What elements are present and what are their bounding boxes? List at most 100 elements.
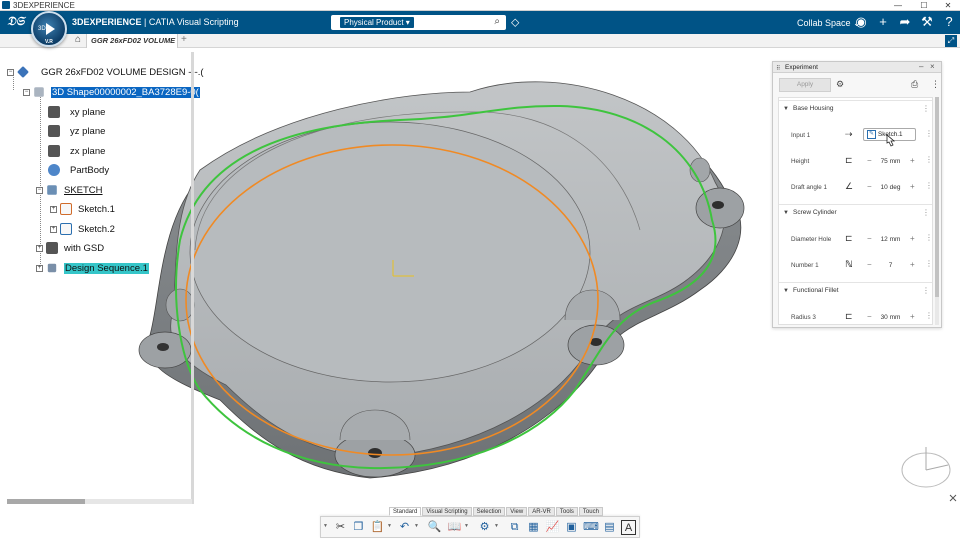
apply-button[interactable]: Apply xyxy=(779,78,831,92)
draft-angle-value[interactable]: 10 deg xyxy=(874,184,907,191)
gear-cycle-icon[interactable]: ⚙ xyxy=(477,520,492,535)
decrement-button[interactable]: − xyxy=(867,156,872,165)
group-menu-icon[interactable]: ⋮ xyxy=(922,101,930,117)
screen-icon[interactable]: ▣ xyxy=(564,520,579,535)
increment-button[interactable]: + xyxy=(910,312,915,321)
param-menu-icon[interactable]: ⋮ xyxy=(925,129,932,138)
tree-item-sketch2[interactable]: + Sketch.2 xyxy=(50,222,115,236)
param-menu-icon[interactable]: ⋮ xyxy=(925,311,932,320)
group-header-base-housing[interactable]: ▼ Base Housing ⋮ xyxy=(779,100,932,117)
close-window-button[interactable]: ✕ xyxy=(938,0,958,11)
tree-item-3dshape[interactable]: − 3D Shape00000002_BA3728E9-0( xyxy=(23,85,200,99)
paste-icon[interactable]: 📋 xyxy=(370,520,385,535)
tab-selection[interactable]: Selection xyxy=(472,507,506,516)
search-scope-dropdown[interactable]: Physical Product ▾ xyxy=(340,17,414,28)
tree-item-xy-plane[interactable]: xy plane xyxy=(48,105,105,119)
script-icon[interactable]: ⌨ xyxy=(583,520,599,535)
undo-icon[interactable]: ↶ xyxy=(397,520,412,535)
book-icon[interactable]: 📖 xyxy=(447,520,462,535)
copy-icon[interactable]: ❐ xyxy=(351,520,366,535)
view-orientation-widget[interactable] xyxy=(898,443,958,503)
decrement-button[interactable]: − xyxy=(867,260,872,269)
undo-menu-icon[interactable]: ▼ xyxy=(414,523,419,529)
panel-scrollbar[interactable] xyxy=(935,97,939,325)
terminal-icon[interactable]: ▤ xyxy=(602,520,617,535)
diameter-hole-value[interactable]: 12 mm xyxy=(874,236,907,243)
help-icon[interactable]: ? xyxy=(941,14,957,29)
table-icon[interactable]: ▦ xyxy=(526,520,541,535)
tree-item-design-sequence[interactable]: + Design Sequence.1 xyxy=(36,261,149,275)
decrement-button[interactable]: − xyxy=(867,182,872,191)
paste-menu-icon[interactable]: ▼ xyxy=(387,523,392,529)
capture-icon[interactable]: ⎙ xyxy=(911,79,918,90)
scrollbar-thumb[interactable] xyxy=(935,97,939,297)
maximize-button[interactable]: ☐ xyxy=(914,0,934,11)
add-tab-button[interactable]: + xyxy=(181,34,187,45)
increment-button[interactable]: + xyxy=(910,234,915,243)
tree-item-zx-plane[interactable]: zx plane xyxy=(48,144,105,158)
action-bar-menu-icon[interactable]: ▼ xyxy=(323,523,328,529)
more-options-icon[interactable]: ⋮ xyxy=(931,79,940,90)
collapse-toggle[interactable]: − xyxy=(36,186,43,194)
tree-item-with-gsd[interactable]: + with GSD xyxy=(36,241,104,255)
decrement-button[interactable]: − xyxy=(867,234,872,243)
share-icon[interactable]: ➦ xyxy=(897,14,913,30)
zoom-icon[interactable]: 🔍 xyxy=(427,520,442,535)
cut-icon[interactable]: ✂ xyxy=(333,520,348,535)
tree-item-sketch-set[interactable]: − SKETCH xyxy=(36,183,103,197)
tab-tools[interactable]: Tools xyxy=(555,507,578,516)
increment-button[interactable]: + xyxy=(910,260,915,269)
group-menu-icon[interactable]: ⋮ xyxy=(922,205,930,221)
param-menu-icon[interactable]: ⋮ xyxy=(925,181,932,190)
minimize-button[interactable]: — xyxy=(888,0,908,11)
tree-vertical-scrollbar[interactable] xyxy=(191,52,194,504)
fullscreen-icon[interactable]: ⤢ xyxy=(945,35,957,47)
tools-icon[interactable]: ⚒ xyxy=(919,14,935,30)
collab-space-selector[interactable]: Collab Space ⌄ xyxy=(797,18,861,29)
expand-toggle[interactable]: + xyxy=(50,225,57,233)
chart-icon[interactable]: 📈 xyxy=(545,520,560,535)
tab-view[interactable]: View xyxy=(506,507,528,516)
tab-active-document[interactable]: GGR 26xFD02 VOLUME DE xyxy=(86,34,178,48)
param-menu-icon[interactable]: ⋮ xyxy=(925,155,932,164)
tree-item-root[interactable]: − GGR 26xFD02 VOLUME DESIGN ---.( xyxy=(7,65,204,79)
home-icon[interactable]: ⌂ xyxy=(75,34,81,45)
tab-visual-scripting[interactable]: Visual Scripting xyxy=(422,507,472,516)
search-icon[interactable]: ⌕ xyxy=(494,16,500,27)
tree-horizontal-scrollbar[interactable] xyxy=(7,499,192,504)
param-menu-icon[interactable]: ⋮ xyxy=(925,259,932,268)
expand-toggle[interactable]: + xyxy=(36,264,43,272)
collapse-arrow-icon[interactable]: ▼ xyxy=(783,283,789,299)
tag-icon[interactable]: ⬦ xyxy=(511,15,519,30)
radius3-value[interactable]: 30 mm xyxy=(874,314,907,321)
height-value[interactable]: 75 mm xyxy=(874,158,907,165)
number1-value[interactable]: 7 xyxy=(874,262,907,269)
tab-touch[interactable]: Touch xyxy=(578,507,603,516)
collapse-arrow-icon[interactable]: ▼ xyxy=(783,205,789,221)
tree-item-yz-plane[interactable]: yz plane xyxy=(48,124,105,138)
settings-icon[interactable]: ⚙ xyxy=(836,79,844,90)
gear-menu-icon[interactable]: ▼ xyxy=(494,523,499,529)
tree-item-sketch1[interactable]: + Sketch.1 xyxy=(50,202,115,216)
tab-ar-vr[interactable]: AR-VR xyxy=(528,507,555,516)
expand-toggle[interactable]: + xyxy=(50,205,57,213)
collapse-toggle[interactable]: − xyxy=(23,88,30,96)
tree-item-partbody[interactable]: PartBody xyxy=(48,163,109,177)
add-icon[interactable]: + xyxy=(875,14,891,29)
close-panel-icon[interactable]: × xyxy=(930,62,935,72)
expand-toggle[interactable]: + xyxy=(36,244,43,252)
collapse-arrow-icon[interactable]: ▼ xyxy=(783,101,789,117)
increment-button[interactable]: + xyxy=(910,182,915,191)
3d-compass-button[interactable]: 3D V.R xyxy=(31,11,67,47)
panel-title-bar[interactable]: ⠿ Experiment – × xyxy=(773,62,941,73)
group-menu-icon[interactable]: ⋮ xyxy=(922,283,930,299)
decrement-button[interactable]: − xyxy=(867,312,872,321)
tab-standard[interactable]: Standard xyxy=(389,507,422,516)
search-box[interactable]: Physical Product ▾ ⌕ xyxy=(331,15,506,30)
minimize-panel-icon[interactable]: – xyxy=(919,62,923,72)
scrollbar-thumb[interactable] xyxy=(7,499,85,504)
user-icon[interactable]: ◉ xyxy=(853,14,869,30)
hierarchy-icon[interactable]: ⧉ xyxy=(507,520,522,535)
param-menu-icon[interactable]: ⋮ xyxy=(925,233,932,242)
increment-button[interactable]: + xyxy=(910,156,915,165)
